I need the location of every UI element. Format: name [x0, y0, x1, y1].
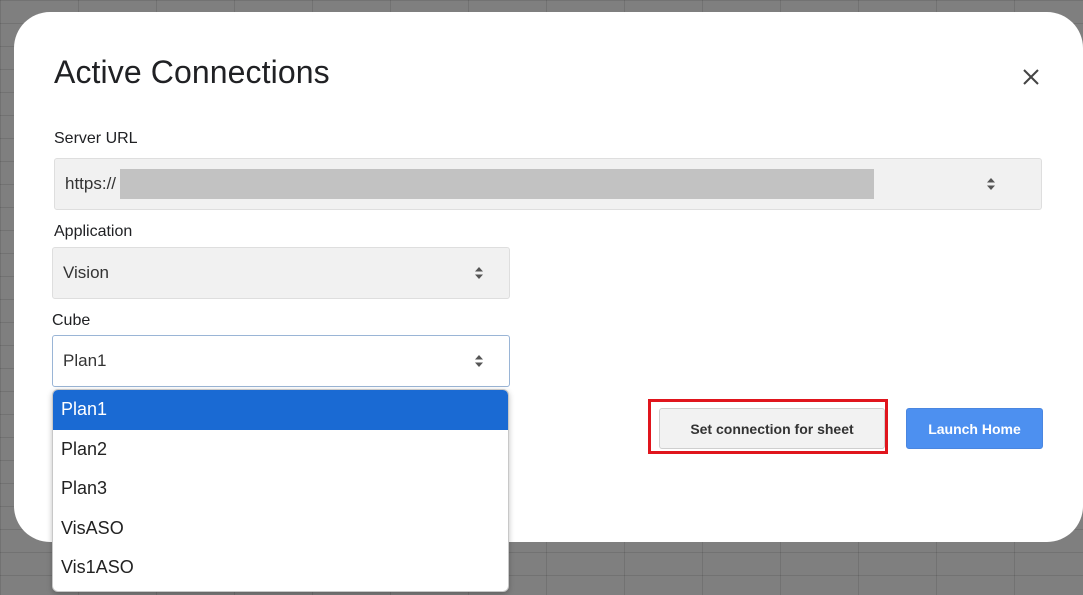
redacted-url — [120, 169, 875, 199]
cube-option-vis1aso[interactable]: Vis1ASO — [53, 548, 508, 588]
cube-option-plan3[interactable]: Plan3 — [53, 469, 508, 509]
dialog-title: Active Connections — [54, 54, 330, 90]
server-url-select[interactable]: https:// — [54, 158, 1042, 210]
set-connection-button[interactable]: Set connection for sheet — [659, 408, 885, 449]
application-value: Vision — [63, 263, 109, 282]
launch-home-button[interactable]: Launch Home — [906, 408, 1043, 449]
updown-arrows-icon — [473, 353, 485, 369]
cube-label: Cube — [52, 312, 91, 329]
updown-arrows-icon — [985, 176, 997, 192]
cube-value: Plan1 — [63, 351, 107, 370]
application-label: Application — [54, 223, 133, 240]
application-select[interactable]: Vision — [52, 247, 510, 299]
cube-select[interactable]: Plan1 — [52, 335, 510, 387]
cube-option-plan1[interactable]: Plan1 — [53, 390, 508, 430]
server-url-value: https:// — [65, 174, 117, 193]
close-icon[interactable] — [1014, 60, 1048, 94]
cube-dropdown-list: Plan1 Plan2 Plan3 VisASO Vis1ASO — [52, 389, 509, 592]
cube-option-visaso[interactable]: VisASO — [53, 509, 508, 549]
updown-arrows-icon — [473, 265, 485, 281]
cube-option-plan2[interactable]: Plan2 — [53, 430, 508, 470]
server-url-label: Server URL — [54, 130, 138, 147]
